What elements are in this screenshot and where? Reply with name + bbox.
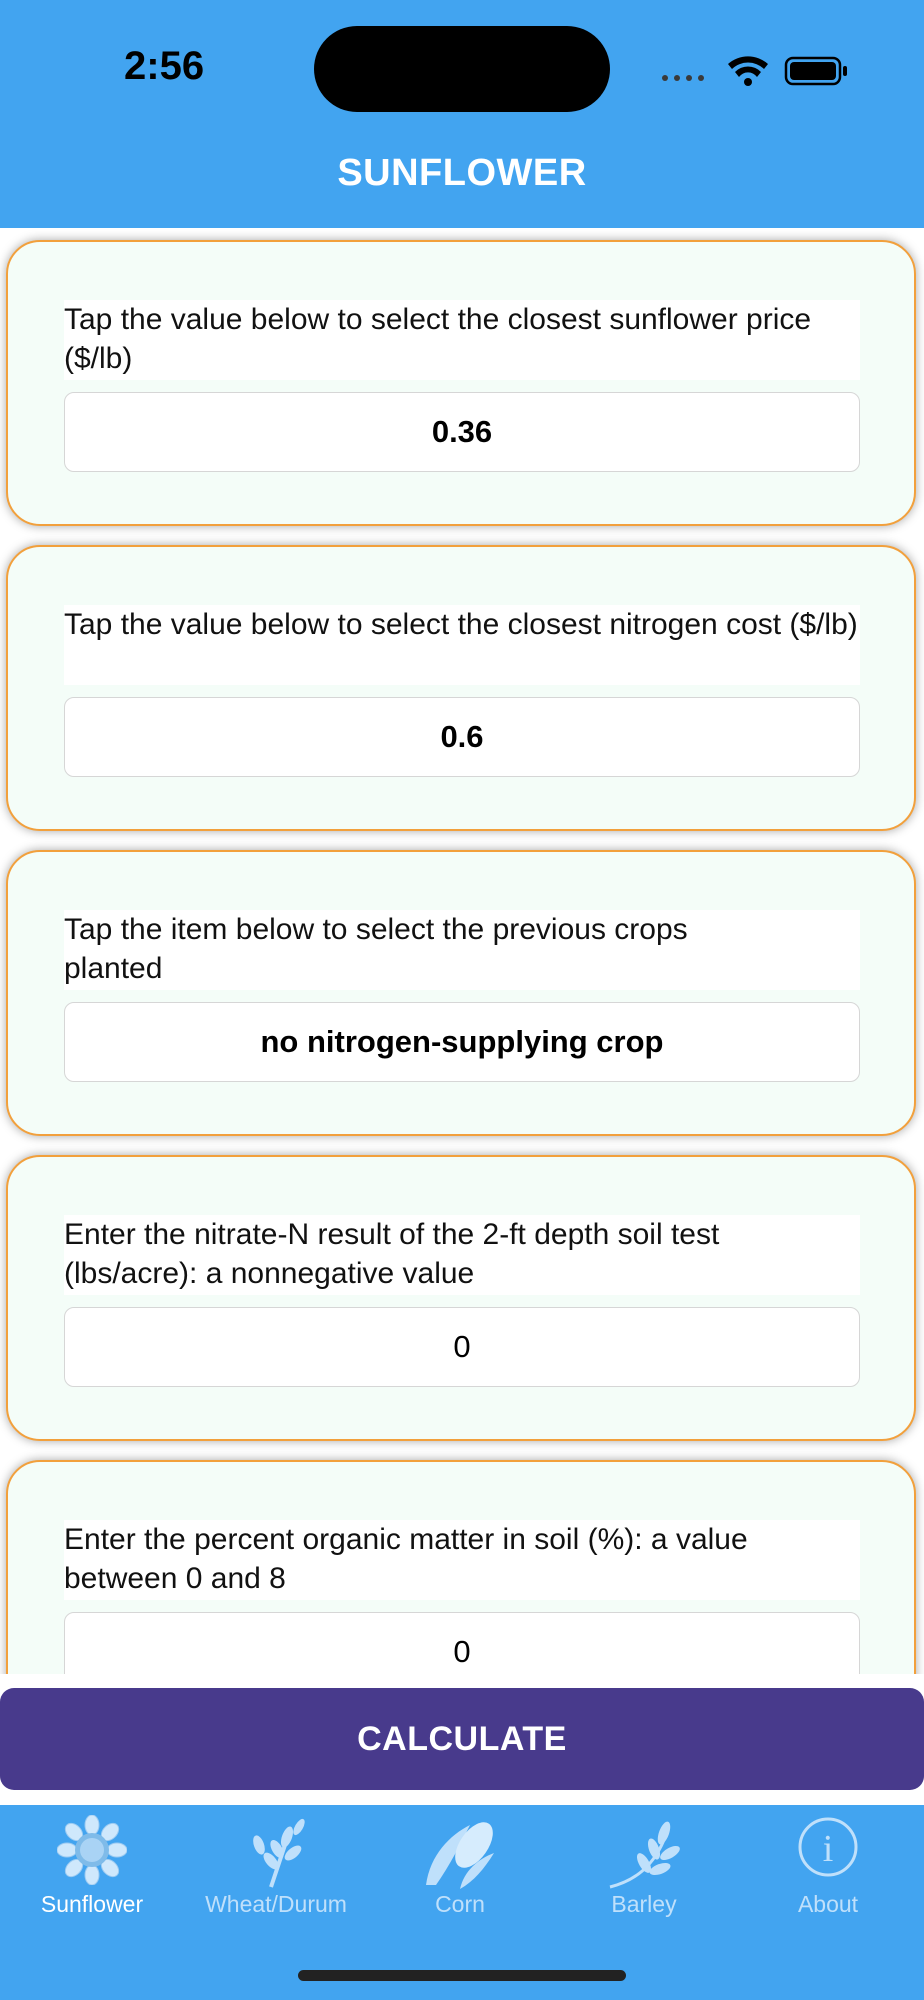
tab-wheat-durum[interactable]: Wheat/Durum <box>184 1805 368 1945</box>
svg-text:i: i <box>823 1828 834 1870</box>
sunflower-icon <box>57 1815 127 1885</box>
page-title: SUNFLOWER <box>337 152 587 194</box>
status-icons <box>662 56 847 86</box>
nitrogen-cost-prompt: Tap the value below to select the closes… <box>64 605 860 685</box>
price-prompt: Tap the value below to select the closes… <box>64 300 860 380</box>
barley-icon <box>609 1821 680 1889</box>
organic-matter-card: Enter the percent organic matter in soil… <box>6 1460 916 1674</box>
wifi-icon <box>728 56 768 86</box>
battery-icon <box>784 56 847 86</box>
dynamic-island <box>314 26 610 112</box>
nitrogen-cost-card: Tap the value below to select the closes… <box>6 545 916 831</box>
tab-corn[interactable]: Corn <box>368 1805 552 1945</box>
price-picker[interactable]: 0.36 <box>64 392 860 472</box>
nitrate-prompt: Enter the nitrate-N result of the 2-ft d… <box>64 1215 860 1295</box>
tab-label-corn: Corn <box>435 1891 485 1917</box>
app-header: 2:56 SUNFLOWER <box>0 0 924 228</box>
nitrate-card: Enter the nitrate-N result of the 2-ft d… <box>6 1155 916 1441</box>
price-card: Tap the value below to select the closes… <box>6 240 916 526</box>
previous-crop-prompt: Tap the item below to select the previou… <box>64 910 860 990</box>
cellular-icon <box>662 75 704 81</box>
form-scroll-area[interactable]: Tap the value below to select the closes… <box>0 228 924 1674</box>
info-icon: i <box>798 1817 858 1877</box>
tab-barley[interactable]: Barley <box>552 1805 736 1945</box>
tab-about[interactable]: i About <box>736 1805 920 1945</box>
status-time: 2:56 <box>124 44 205 88</box>
calculate-button[interactable]: CALCULATE <box>0 1688 924 1790</box>
tab-label-about: About <box>797 1891 859 1917</box>
wheat-icon <box>253 1818 305 1888</box>
tab-label-barley: Barley <box>611 1891 677 1917</box>
nitrate-input[interactable]: 0 <box>64 1307 860 1387</box>
organic-matter-input[interactable]: 0 <box>64 1612 860 1674</box>
previous-crop-card: Tap the item below to select the previou… <box>6 850 916 1136</box>
corn-icon <box>426 1822 494 1889</box>
previous-crop-picker[interactable]: no nitrogen-supplying crop <box>64 1002 860 1082</box>
home-indicator[interactable] <box>298 1970 626 1981</box>
tab-sunflower[interactable]: Sunflower <box>0 1805 184 1945</box>
tab-label-sunflower: Sunflower <box>40 1891 144 1917</box>
organic-matter-prompt: Enter the percent organic matter in soil… <box>64 1520 860 1600</box>
nitrogen-cost-picker[interactable]: 0.6 <box>64 697 860 777</box>
tab-label-wheat-durum: Wheat/Durum <box>205 1891 347 1917</box>
